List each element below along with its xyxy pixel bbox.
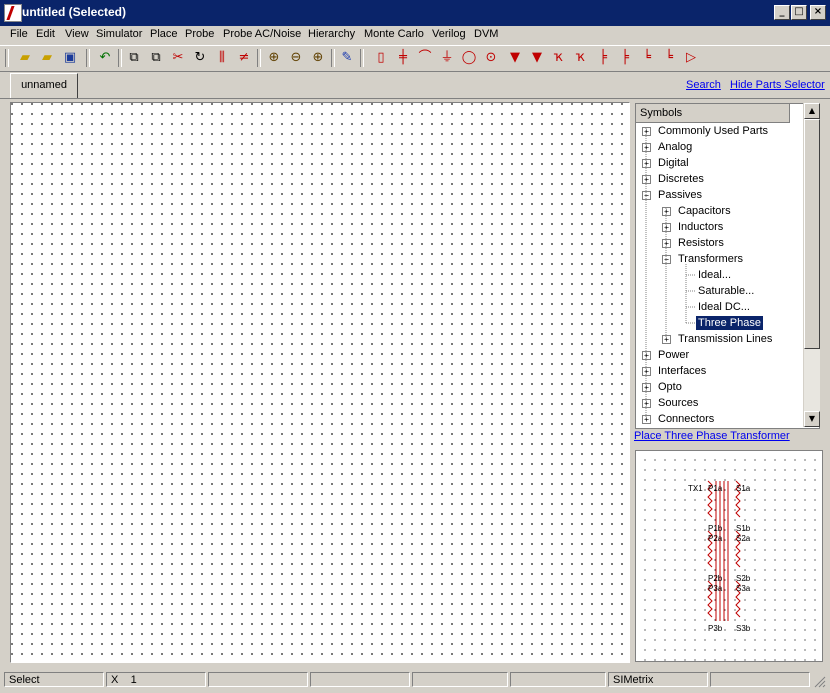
zoom-in-icon[interactable]: ⊕ (309, 49, 327, 67)
menu-file[interactable]: File (10, 28, 28, 40)
inductor-icon[interactable]: ⌒ (416, 49, 434, 67)
app-icon[interactable] (4, 4, 22, 22)
zoom-out-icon[interactable]: ⊖ (287, 49, 305, 67)
menu-monte-carlo[interactable]: Monte Carlo (364, 28, 424, 40)
toolbar-separator (257, 49, 261, 67)
title-bar[interactable]: untitled (Selected) _ □ × (0, 0, 830, 26)
place-part-link[interactable]: Place Three Phase Transformer (634, 430, 790, 442)
status-panel (412, 672, 508, 687)
tree-scrollbar[interactable]: ▲ ▼ (803, 103, 820, 427)
zener-icon[interactable]: ▼ (528, 49, 546, 67)
status-mode: Select (4, 672, 104, 687)
open-folder-icon[interactable]: ▰ (16, 49, 34, 67)
save-icon[interactable]: ▣ (61, 49, 79, 67)
menu-view[interactable]: View (65, 28, 89, 40)
status-panel (208, 672, 308, 687)
capacitor-icon[interactable]: ╪ (394, 49, 412, 67)
scroll-up-icon[interactable]: ▲ (804, 103, 820, 119)
status-app: SIMetrix (608, 672, 708, 687)
resize-grip-icon[interactable] (814, 676, 826, 688)
opamp-icon[interactable]: ▷ (682, 49, 700, 67)
nmos-icon[interactable]: ╞ (594, 49, 612, 67)
label-p1a: P1a (708, 484, 723, 493)
menu-edit[interactable]: Edit (36, 28, 55, 40)
label-p1b: P1b (708, 524, 723, 533)
label-p2b: P2b (708, 574, 723, 583)
toolbar-separator (360, 49, 364, 67)
label-p3a: P3a (708, 584, 723, 593)
label-p3b: P3b (708, 624, 723, 633)
menu-verilog[interactable]: Verilog (432, 28, 466, 40)
maximize-button[interactable]: □ (791, 5, 807, 20)
menu-dvm[interactable]: DVM (474, 28, 498, 40)
toolbar-separator (118, 49, 122, 67)
label-s2b: S2b (736, 574, 751, 583)
three-phase-transformer-symbol: TX1 P1a S1a P1b S1b P2a S2a P2b S2b P3a … (688, 480, 751, 633)
label-s2a: S2a (736, 534, 751, 543)
menu-hierarchy[interactable]: Hierarchy (308, 28, 355, 40)
mirror-icon[interactable]: ⫼ (213, 49, 231, 67)
menu-probe[interactable]: Probe (185, 28, 214, 40)
toolbar: ▰ ▰ ▣ ↶ ⧉ ⧉ ✂ ↻ ⫼ ≠ ⊕ ⊖ ⊕ ✎ ▯ ╪ ⌒ ⏚ ◯ ⊙ … (0, 45, 830, 72)
menu-simulator[interactable]: Simulator (96, 28, 142, 40)
close-button[interactable]: × (810, 5, 826, 20)
x-label: X (111, 674, 119, 686)
menu-bar: File Edit View Simulator Place Probe Pro… (0, 26, 830, 45)
label-s3a: S3a (736, 584, 751, 593)
label-s3b: S3b (736, 624, 751, 633)
voltage-source-icon[interactable]: ◯ (460, 49, 478, 67)
pmos-icon[interactable]: ╞ (616, 49, 634, 67)
label-p2a: P2a (708, 534, 723, 543)
copy-icon[interactable]: ⧉ (125, 49, 143, 67)
current-source-icon[interactable]: ⊙ (482, 49, 500, 67)
status-panel (710, 672, 810, 687)
scroll-down-icon[interactable]: ▼ (804, 411, 820, 427)
tab-divider (0, 98, 830, 99)
label-tx: TX1 (688, 484, 703, 493)
toolbar-separator (86, 49, 90, 67)
schematic-canvas[interactable] (10, 102, 630, 663)
pjfet-icon[interactable]: ╘ (660, 49, 678, 67)
ground-icon[interactable]: ⏚ (438, 49, 456, 67)
diode-icon[interactable]: ▼ (506, 49, 524, 67)
hide-parts-selector-link[interactable]: Hide Parts Selector (730, 79, 825, 91)
status-panel (310, 672, 410, 687)
toolbar-grip[interactable] (5, 49, 9, 67)
zoom-fit-icon[interactable]: ⊕ (265, 49, 283, 67)
x-value: 1 (130, 674, 137, 686)
pencil-icon[interactable]: ✎ (338, 49, 356, 67)
symbol-preview: TX1 P1a S1a P1b S1b P2a S2a P2b S2b P3a … (635, 450, 823, 662)
symbols-tree[interactable]: Symbols + Commonly Used Parts + Analog + Di… (635, 103, 820, 429)
paste-icon[interactable]: ⧉ (147, 49, 165, 67)
label-s1b: S1b (736, 524, 751, 533)
label-s1a: S1a (736, 484, 751, 493)
tab-unnamed[interactable]: unnamed (10, 73, 78, 99)
minimize-button[interactable]: _ (774, 5, 790, 20)
status-bar: Select X 1 SIMetrix (0, 670, 830, 693)
status-panel (510, 672, 606, 687)
resistor-icon[interactable]: ▯ (372, 49, 390, 67)
search-link[interactable]: Search (686, 79, 721, 91)
rotate-icon[interactable]: ↻ (191, 49, 209, 67)
status-coordinates: X 1 (106, 672, 206, 687)
scroll-thumb[interactable] (804, 119, 820, 349)
window-title: untitled (Selected) (22, 5, 127, 19)
toolbar-separator (331, 49, 335, 67)
npn-icon[interactable]: ҡ (550, 49, 568, 67)
open-icon[interactable]: ▰ (38, 49, 56, 67)
menu-probe-ac-noise[interactable]: Probe AC/Noise (223, 28, 301, 40)
menu-place[interactable]: Place (150, 28, 178, 40)
njfet-icon[interactable]: ╘ (638, 49, 656, 67)
undo-icon[interactable]: ↶ (96, 49, 114, 67)
flip-icon[interactable]: ≠ (235, 49, 253, 67)
pnp-icon[interactable]: ҡ (572, 49, 590, 67)
tree-lines (645, 128, 696, 420)
cut-icon[interactable]: ✂ (169, 49, 187, 67)
